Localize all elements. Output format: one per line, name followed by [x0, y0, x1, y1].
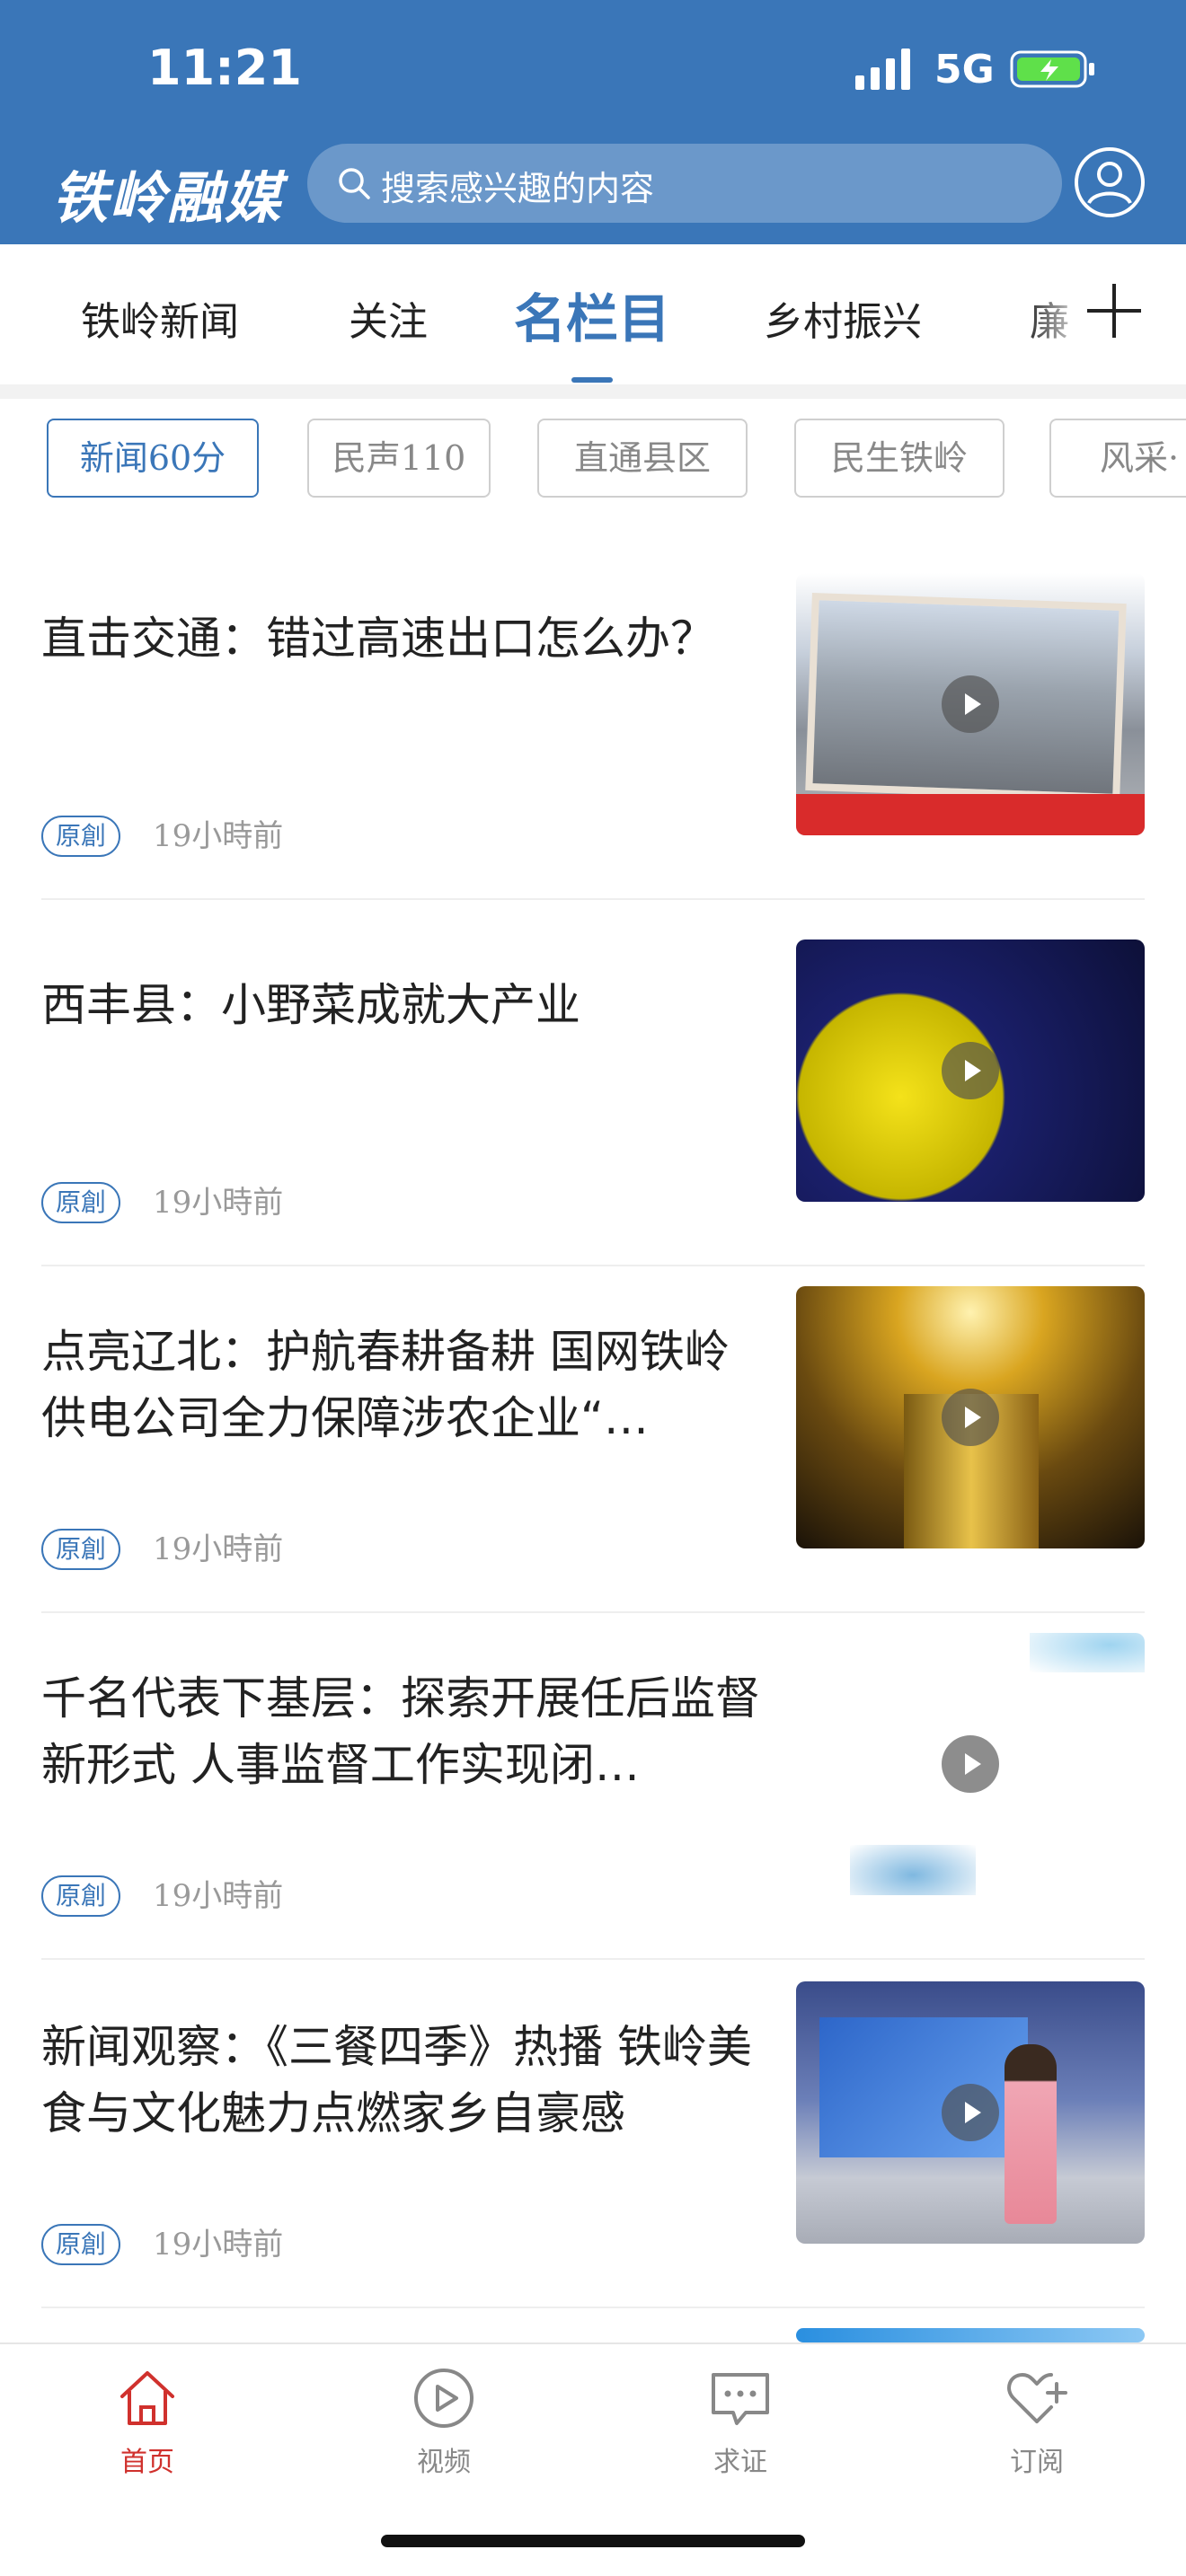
play-icon	[942, 1735, 999, 1793]
signal-icon	[855, 49, 910, 90]
chat-icon	[712, 2373, 769, 2425]
news-thumbnail	[796, 940, 1145, 1202]
news-item[interactable]: 点亮辽北：护航春耕备耕 国网铁岭供电公司全力保障涉农企业“… 原創 19小時前	[41, 1286, 1145, 1635]
news-title: 直击交通：错过高速出口怎么办？	[41, 613, 715, 665]
channel-tab-columns[interactable]: 名栏目	[514, 277, 670, 352]
channel-tab-rural[interactable]: 乡村振兴	[764, 289, 922, 347]
app-logo: 铁岭融媒	[52, 165, 283, 231]
subtab-livelihood[interactable]: 民生铁岭	[794, 419, 1005, 498]
home-indicator	[381, 2535, 805, 2547]
news-time: 19小時前	[153, 1878, 284, 1914]
divider	[41, 1611, 1145, 1613]
news-time: 19小時前	[153, 2227, 284, 2263]
section-divider	[0, 384, 1186, 399]
news-thumbnail	[796, 2328, 1145, 2342]
subtab-fengcai[interactable]: 风采·	[1049, 419, 1186, 498]
news-item[interactable]: 新闻观察：《三餐四季》热播 铁岭美食与文化魅力点燃家乡自豪感 原創 19小時前	[41, 1981, 1145, 2330]
tab-verify[interactable]: 求证	[668, 2364, 812, 2479]
news-item[interactable]: 千名代表下基层：探索开展任后监督新形式 人事监督工作实现闭… 原創 19小時前	[41, 1633, 1145, 1981]
tab-label: 求证	[713, 2447, 767, 2478]
news-time: 19小時前	[153, 1531, 284, 1567]
news-thumbnail	[796, 1286, 1145, 1548]
news-item[interactable]: 直击交通：错过高速出口怎么办？ 原創 19小時前	[41, 573, 1145, 922]
original-badge: 原創	[41, 816, 121, 857]
active-tab-indicator	[571, 377, 613, 383]
tab-label: 首页	[120, 2447, 174, 2478]
news-title: 新闻观察：《三餐四季》热播 铁岭美食与文化魅力点燃家乡自豪感	[41, 2021, 752, 2139]
play-icon	[942, 675, 999, 733]
news-thumbnail	[796, 1633, 1145, 1895]
search-icon	[339, 168, 370, 199]
tab-label: 视频	[417, 2447, 471, 2478]
add-channel-icon[interactable]	[1084, 280, 1145, 341]
play-icon	[942, 1389, 999, 1446]
heart-plus-icon	[1007, 2373, 1067, 2423]
news-title: 西丰县：小野菜成就大产业	[41, 979, 580, 1031]
original-badge: 原創	[41, 2224, 121, 2265]
tab-label: 订阅	[1010, 2447, 1064, 2478]
subtab-county[interactable]: 直通县区	[537, 419, 748, 498]
news-thumbnail	[796, 1981, 1145, 2244]
search-bar[interactable]: 搜索感兴趣的内容	[307, 144, 1062, 223]
divider	[41, 1958, 1145, 1960]
play-icon	[942, 1042, 999, 1099]
divider	[41, 898, 1145, 900]
battery-icon	[1010, 50, 1094, 88]
news-thumbnail	[796, 573, 1145, 835]
news-item-partial	[41, 2328, 1145, 2342]
channel-tab-tieling-news[interactable]: 铁岭新闻	[81, 289, 239, 347]
channel-tabs: 铁岭新闻 关注 名栏目 乡村振兴 廉	[0, 244, 1186, 384]
news-time: 19小時前	[153, 818, 284, 854]
divider	[41, 2307, 1145, 2308]
status-time: 11:21	[147, 40, 302, 96]
app-screen: 11:21 5G 铁岭融媒 搜索感兴趣的内容 铁岭新闻 关注 名栏目 乡村振兴 …	[0, 0, 1186, 2576]
news-title: 千名代表下基层：探索开展任后监督新形式 人事监督工作实现闭…	[41, 1672, 760, 1791]
top-header: 11:21 5G 铁岭融媒 搜索感兴趣的内容	[0, 0, 1186, 244]
network-type: 5G	[934, 47, 995, 93]
channel-tab-follow[interactable]: 关注	[349, 289, 428, 347]
news-item[interactable]: 西丰县：小野菜成就大产业 原創 19小時前	[41, 940, 1145, 1288]
sub-tabs: 新闻60分 民声110 直通县区 民生铁岭 风采·	[0, 399, 1186, 516]
news-time: 19小時前	[153, 1185, 284, 1221]
video-icon	[414, 2369, 474, 2428]
original-badge: 原創	[41, 1529, 121, 1570]
home-icon	[120, 2371, 174, 2425]
subtab-news60[interactable]: 新闻60分	[47, 419, 259, 498]
tab-video[interactable]: 视频	[372, 2364, 516, 2479]
play-icon	[942, 2084, 999, 2141]
subtab-minsheng110[interactable]: 民声110	[307, 419, 491, 498]
original-badge: 原創	[41, 1182, 121, 1223]
tab-home[interactable]: 首页	[75, 2364, 219, 2479]
tab-subscribe[interactable]: 订阅	[965, 2364, 1109, 2479]
profile-icon[interactable]	[1073, 146, 1146, 219]
search-placeholder: 搜索感兴趣的内容	[381, 169, 655, 208]
news-title: 点亮辽北：护航春耕备耕 国网铁岭供电公司全力保障涉农企业“…	[41, 1326, 730, 1444]
divider	[41, 1265, 1145, 1266]
original-badge: 原創	[41, 1875, 121, 1917]
